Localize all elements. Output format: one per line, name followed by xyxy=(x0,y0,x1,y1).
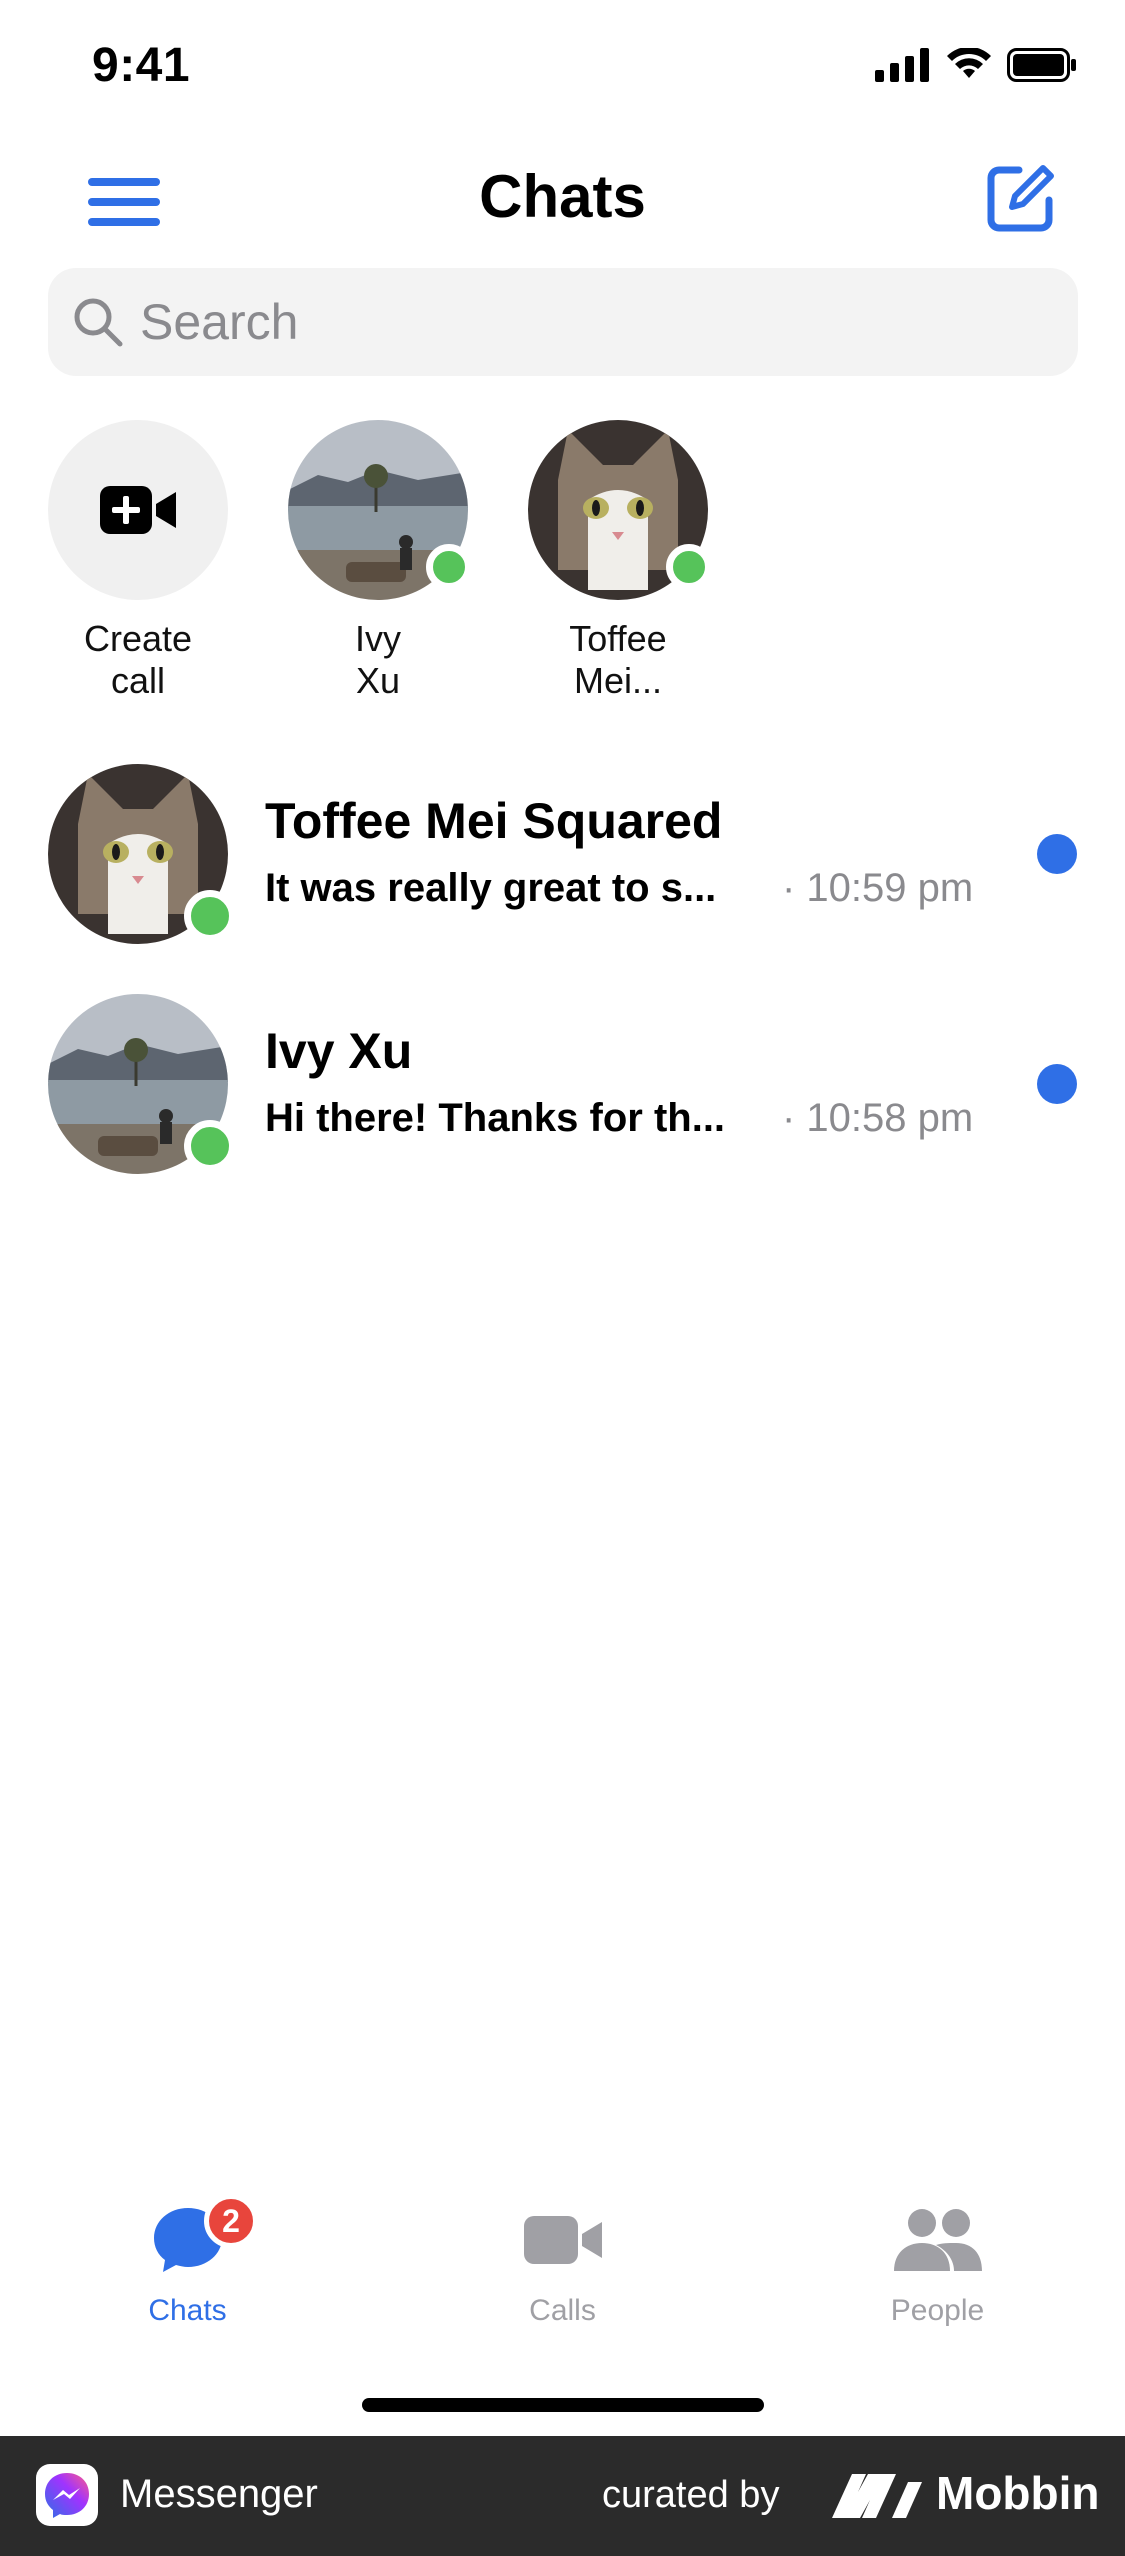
page-title: Chats xyxy=(479,163,646,230)
messenger-app-icon xyxy=(36,2464,98,2526)
battery-icon xyxy=(1007,48,1076,82)
unread-badge: 2 xyxy=(204,2194,258,2248)
home-indicator[interactable] xyxy=(362,2398,764,2412)
footer-curated-by: curated by xyxy=(602,2474,780,2516)
compose-icon xyxy=(987,165,1054,232)
tab-label: People xyxy=(890,2294,985,2327)
chat-row-toffee-mei-squared[interactable]: Toffee Mei Squared It was really great t… xyxy=(0,760,1125,990)
footer-app-name: Messenger xyxy=(120,2472,318,2516)
wifi-icon xyxy=(947,48,991,78)
online-indicator xyxy=(184,1120,236,1172)
people-icon xyxy=(893,2209,982,2271)
chat-list: Toffee Mei Squared It was really great t… xyxy=(0,760,1125,1220)
avatar xyxy=(48,764,236,944)
footer-brand: Mobbin xyxy=(936,2467,1100,2519)
tab-chats[interactable]: 2 Chats xyxy=(0,2190,375,2350)
status-time: 9:41 xyxy=(92,39,191,92)
story-label: Create call xyxy=(83,618,193,701)
search-icon xyxy=(74,298,123,347)
avatar[interactable] xyxy=(528,420,712,600)
header: Chats xyxy=(0,150,1125,250)
avatar xyxy=(48,994,236,1174)
unread-indicator xyxy=(1037,834,1077,874)
signal-icon xyxy=(875,48,929,82)
story-label: Ivy Xu xyxy=(354,618,401,701)
tab-icon-wrap xyxy=(750,2190,1125,2290)
active-contacts-row: Create call Ivy Xu Toffee Mei... xyxy=(48,420,712,702)
status-icons xyxy=(875,48,1077,82)
tab-icon-wrap xyxy=(375,2190,750,2290)
chat-name: Toffee Mei Squared xyxy=(265,793,723,849)
create-call-avatar[interactable] xyxy=(48,420,228,600)
chat-time: · 10:59 pm xyxy=(782,866,974,910)
chat-time: · 10:58 pm xyxy=(782,1096,974,1140)
video-camera-icon xyxy=(523,2216,602,2264)
story-toffee-mei[interactable]: Toffee Mei... xyxy=(528,420,712,702)
messenger-logo-icon xyxy=(45,2473,89,2518)
story-label: Toffee Mei... xyxy=(569,618,667,701)
footer-brand-bar: Messenger curated by Mobbin xyxy=(0,2436,1125,2556)
search-input[interactable] xyxy=(140,268,1040,376)
chat-row-ivy-xu[interactable]: Ivy Xu Hi there! Thanks for th... · 10:5… xyxy=(0,990,1125,1220)
mobbin-logo-icon xyxy=(832,2474,922,2518)
chat-preview: It was really great to s... xyxy=(265,866,717,910)
tab-icon-wrap xyxy=(0,2190,375,2290)
tab-bar: 2 Chats Calls People xyxy=(0,2190,1125,2350)
online-indicator xyxy=(426,544,472,590)
unread-indicator xyxy=(1037,1064,1077,1104)
tab-label: Chats xyxy=(148,2294,227,2327)
online-indicator xyxy=(184,890,236,942)
chat-name: Ivy Xu xyxy=(265,1023,413,1079)
avatar[interactable] xyxy=(288,420,472,600)
tab-label: Calls xyxy=(529,2294,596,2327)
compose-button[interactable] xyxy=(985,162,1057,234)
video-plus-icon xyxy=(100,486,176,534)
online-indicator xyxy=(666,544,712,590)
status-bar: 9:41 xyxy=(0,0,1125,140)
tab-people[interactable]: People xyxy=(750,2190,1125,2350)
create-call-item[interactable]: Create call xyxy=(48,420,228,702)
tab-calls[interactable]: Calls xyxy=(375,2190,750,2350)
chat-preview: Hi there! Thanks for th... xyxy=(265,1096,726,1140)
search-bar[interactable] xyxy=(48,268,1078,376)
story-ivy-xu[interactable]: Ivy Xu xyxy=(288,420,472,702)
